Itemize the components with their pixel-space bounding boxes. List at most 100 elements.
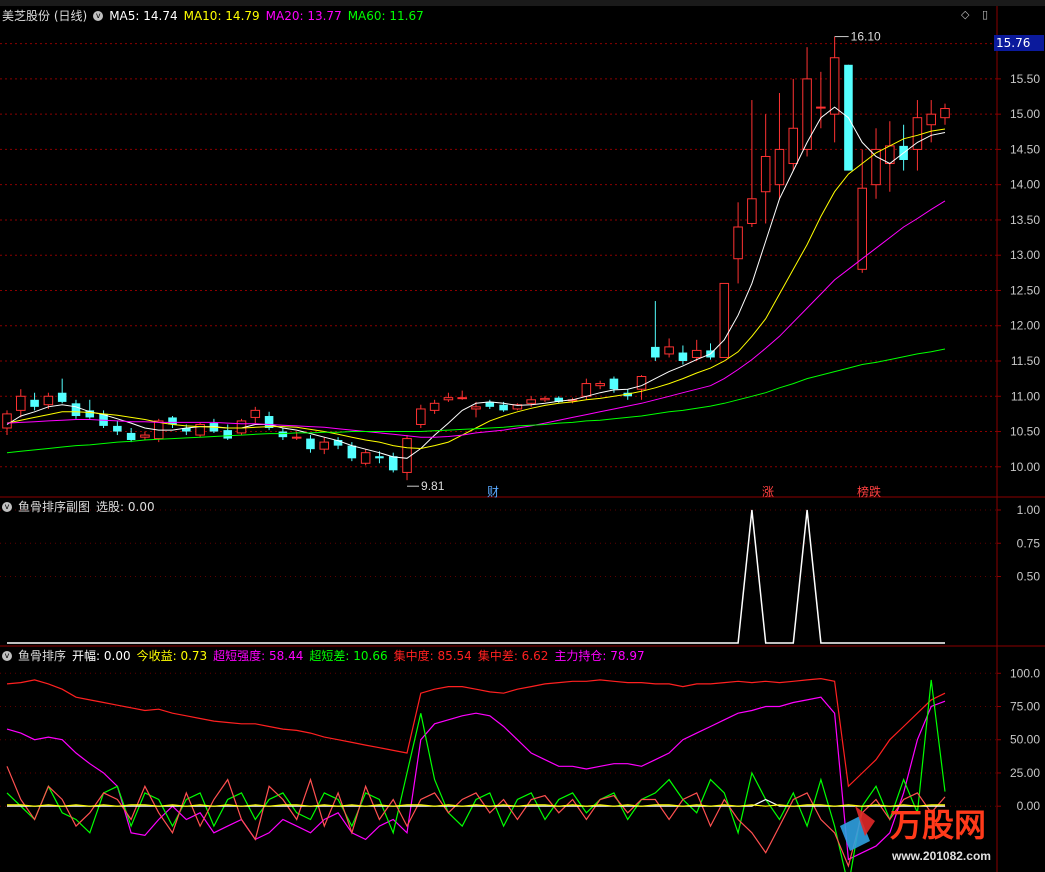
y-tick-label: 25.00 <box>1010 766 1040 780</box>
candle-body <box>636 376 647 390</box>
watermark-brand: 万股网 <box>890 807 986 843</box>
candle-body <box>347 445 357 459</box>
stock-title[interactable]: 美芝股份 (日线) <box>2 7 87 25</box>
lock-icon[interactable]: ▯ <box>982 9 992 21</box>
ma5-label: MA5: 14.74 <box>109 9 178 23</box>
candle-body <box>802 78 812 150</box>
candle-body <box>457 397 467 400</box>
candle-body <box>651 346 660 358</box>
y-tick-label: 11.00 <box>1011 389 1040 403</box>
y-tick-label: 12.00 <box>1010 319 1040 333</box>
select-value: 选股: 0.00 <box>96 500 155 514</box>
watermark-logo: 万股网 www.201082.com <box>830 796 1040 866</box>
candle-body <box>443 397 454 401</box>
low-price-label: 9.81 <box>421 479 445 493</box>
ma10-label: MA10: 14.79 <box>183 9 260 23</box>
indicator-title: 鱼骨排序 <box>18 649 67 663</box>
candle-body <box>291 436 302 439</box>
main-panel-header: 美芝股份 (日线) v MA5: 14.74 MA10: 14.79 MA20:… <box>2 7 424 25</box>
candle-body <box>57 392 67 402</box>
event-tag-finance[interactable]: 财 <box>487 483 499 500</box>
ma20-label: MA20: 13.77 <box>265 9 342 23</box>
diamond-icon[interactable]: ◇ <box>961 9 971 20</box>
candle-body <box>2 413 12 429</box>
indicator-label: 主力持仓: 78.97 <box>554 649 645 663</box>
candle-body <box>429 402 440 411</box>
indicator-label: 开幅: 0.00 <box>72 649 131 663</box>
indicator-line <box>6 696 946 861</box>
candle-body <box>719 282 730 358</box>
candle-body <box>223 430 232 439</box>
y-tick-label: 14.00 <box>1010 178 1040 192</box>
indicator-line <box>6 766 946 868</box>
y-tick-label: 0.75 <box>1017 536 1041 550</box>
y-tick-label: 1.00 <box>1017 503 1041 517</box>
candle-body <box>829 57 840 115</box>
candle-body <box>360 452 371 464</box>
candle-body <box>595 383 605 387</box>
candle-body <box>678 352 688 361</box>
candle-body <box>140 434 150 438</box>
ma60-label: MA60: 11.67 <box>347 9 424 23</box>
indicator-label: 集中差: 6.62 <box>477 649 549 663</box>
indicator-label: 超短强度: 58.44 <box>213 649 304 663</box>
y-tick-label: 100.0 <box>1010 666 1040 680</box>
candle-body <box>526 399 536 404</box>
y-tick-label: 12.50 <box>1010 283 1040 297</box>
indicator-label: 今收益: 0.73 <box>136 649 208 663</box>
candle-body <box>402 438 412 473</box>
y-tick-label: 10.00 <box>1010 460 1040 474</box>
chart-stage: 16.0015.5015.0014.5014.0013.5013.0012.50… <box>0 0 1045 872</box>
indicator-line <box>6 677 946 788</box>
candle-body <box>816 106 826 109</box>
y-tick-label: 13.00 <box>1010 248 1040 262</box>
candle-body <box>306 438 315 450</box>
y-tick-label: 13.50 <box>1010 213 1040 227</box>
candle-body <box>540 397 550 401</box>
indicator-line <box>6 679 946 872</box>
candle-body <box>319 441 330 450</box>
indicator-label: 集中度: 85.54 <box>393 649 472 663</box>
y-tick-label: 14.50 <box>1010 142 1040 156</box>
candle-body <box>940 108 950 119</box>
y-tick-label: 11.50 <box>1011 354 1040 368</box>
chart-canvas: 16.0015.5015.0014.5014.0013.5013.0012.50… <box>0 6 1045 872</box>
indicator-panel-header: v 鱼骨排序 开幅: 0.00 今收益: 0.73 超短强度: 58.44 超短差: … <box>2 647 645 665</box>
candle-body <box>113 425 122 432</box>
candle-body <box>760 155 771 193</box>
y-tick-label: 0.50 <box>1017 570 1041 584</box>
collapse-icon[interactable]: v <box>2 651 12 661</box>
event-tag-limit-up[interactable]: 涨 <box>762 483 774 500</box>
candle-body <box>375 456 384 459</box>
collapse-icon[interactable]: v <box>93 11 104 21</box>
candle-body <box>278 431 288 438</box>
ma-line-ma10 <box>6 128 946 450</box>
collapse-icon[interactable]: v <box>2 502 12 512</box>
candle-body <box>926 113 936 126</box>
candle-body <box>691 349 702 358</box>
candle-body <box>471 406 481 410</box>
y-tick-label: 15.00 <box>1010 107 1040 121</box>
candle-body <box>664 346 674 355</box>
sub-panel-header: v 鱼骨排序副图 选股: 0.00 <box>2 498 155 516</box>
candle-body <box>774 148 785 186</box>
candle-body <box>71 403 81 417</box>
candle-body <box>126 432 136 440</box>
candle-body <box>416 408 426 425</box>
high-price-label: 16.10 <box>851 30 881 44</box>
sub-panel-title: 鱼骨排序副图 <box>18 500 91 514</box>
ma-line-ma20 <box>6 200 946 438</box>
candle-body <box>16 395 26 411</box>
event-tag-board-drop[interactable]: 榜跌 <box>857 483 881 500</box>
candle-body <box>788 127 799 165</box>
y-tick-label: 50.00 <box>1010 733 1040 747</box>
candle-body <box>581 383 592 397</box>
indicator-label: 超短差: 10.66 <box>309 649 388 663</box>
candle-body <box>499 404 508 411</box>
candle-body <box>43 395 54 406</box>
candle-body <box>250 409 261 418</box>
candle-body <box>30 399 39 407</box>
watermark-url: www.201082.com <box>891 849 991 863</box>
y-tick-label: 10.50 <box>1010 425 1040 439</box>
candle-body <box>733 226 743 260</box>
